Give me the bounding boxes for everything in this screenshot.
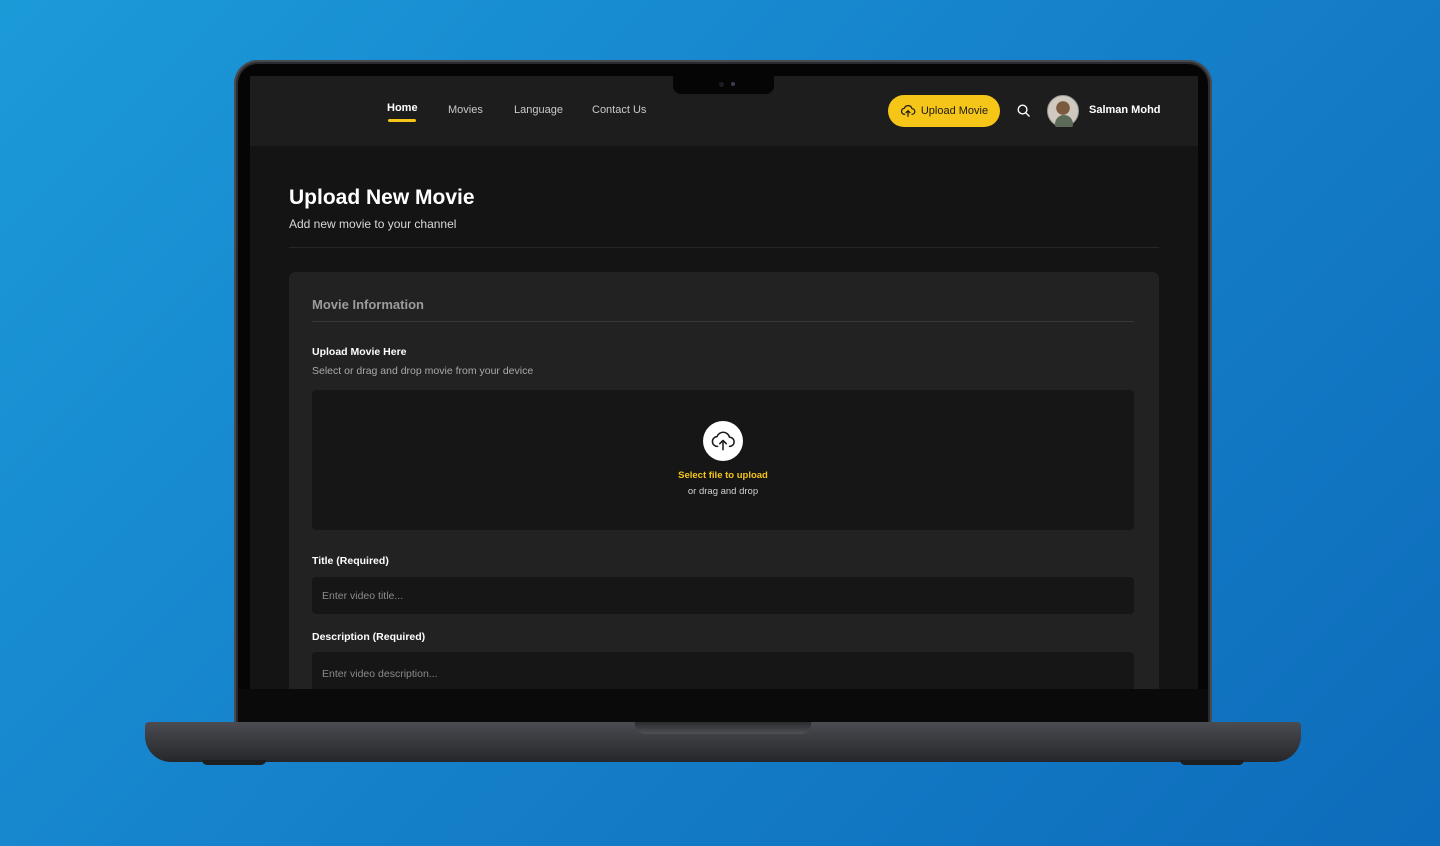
laptop-foot-right <box>1180 760 1244 765</box>
card-divider <box>312 321 1134 322</box>
cloud-upload-icon <box>711 431 735 451</box>
camera-notch <box>673 76 774 94</box>
upload-movie-label: Upload Movie <box>920 105 989 117</box>
nav-link-home[interactable]: Home <box>387 102 418 114</box>
nav-link-movies[interactable]: Movies <box>448 104 483 116</box>
upload-movie-button[interactable]: Upload Movie <box>888 95 1000 127</box>
page-title: Upload New Movie <box>289 186 475 209</box>
upload-dropzone[interactable]: Select file to upload or drag and drop <box>312 390 1134 530</box>
cloud-upload-icon <box>900 105 916 117</box>
page-subtitle: Add new movie to your channel <box>289 217 457 231</box>
nav-link-language[interactable]: Language <box>514 104 563 116</box>
upload-label: Upload Movie Here <box>312 346 407 358</box>
description-input[interactable] <box>312 652 1134 689</box>
title-input[interactable] <box>312 577 1134 614</box>
search-icon[interactable] <box>1016 103 1031 118</box>
avatar[interactable] <box>1047 95 1079 127</box>
laptop-base <box>145 722 1301 762</box>
laptop-screen: Home Movies Language Contact Us Upload M… <box>250 76 1198 689</box>
drag-drop-text: or drag and drop <box>687 486 759 497</box>
laptop-chin <box>238 689 1208 722</box>
nav-active-indicator <box>388 119 416 122</box>
movie-information-card: Movie Information Upload Movie Here Sele… <box>289 272 1159 689</box>
upload-circle-button[interactable] <box>703 421 743 461</box>
camera-lens <box>719 82 724 87</box>
camera-indicator <box>731 82 735 86</box>
title-label: Title (Required) <box>312 555 389 567</box>
user-name[interactable]: Salman Mohd <box>1089 104 1161 116</box>
nav-link-contact-us[interactable]: Contact Us <box>592 104 646 116</box>
select-file-link[interactable]: Select file to upload <box>312 470 1134 481</box>
header-divider <box>289 247 1159 248</box>
card-title: Movie Information <box>312 297 424 312</box>
avatar-figure <box>1055 115 1073 127</box>
laptop-foot-left <box>202 760 266 765</box>
laptop-base-notch <box>635 722 811 734</box>
description-label: Description (Required) <box>312 631 426 643</box>
upload-hint: Select or drag and drop movie from your … <box>312 365 534 377</box>
